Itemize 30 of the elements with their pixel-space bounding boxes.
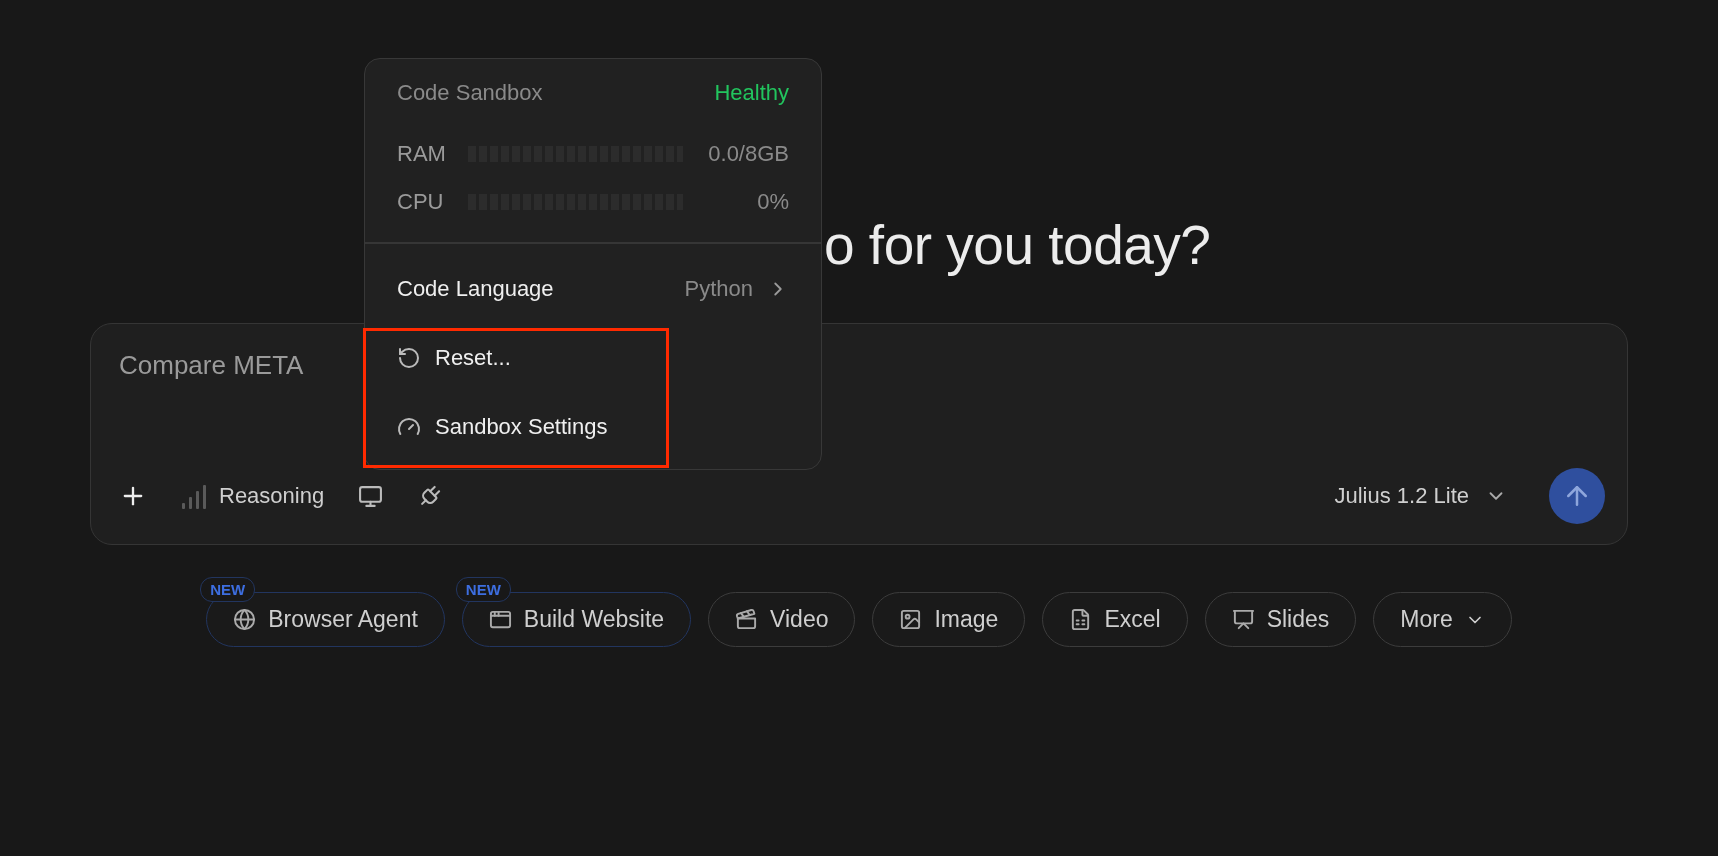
meter-reading: 0.0/8GB [708, 141, 789, 167]
greeting-heading: o for you today? [824, 213, 1211, 277]
new-badge: NEW [200, 577, 256, 602]
image-icon [899, 608, 923, 631]
reset-menu-item[interactable]: Reset... [397, 346, 789, 370]
reasoning-button[interactable]: Reasoning [181, 483, 325, 509]
action-chip[interactable]: Excel [1042, 592, 1188, 647]
new-badge: NEW [455, 577, 511, 602]
more-chip[interactable]: More [1373, 592, 1512, 647]
browser-window-icon [488, 608, 512, 631]
code-language-menu-item[interactable]: Code Language Python [397, 277, 789, 301]
presentation-icon [1231, 608, 1255, 631]
send-button[interactable] [1549, 468, 1605, 524]
monitor-icon [358, 483, 384, 509]
menu-title: Code Sandbox [397, 80, 543, 106]
signal-bars-icon [181, 483, 209, 509]
action-chip[interactable]: Image [872, 592, 1026, 647]
action-chip[interactable]: Video [708, 592, 856, 647]
menu-item-value: Python [684, 276, 789, 302]
meter-reading: 0% [757, 189, 789, 215]
reset-icon [397, 346, 421, 370]
sandbox-settings-menu-item[interactable]: Sandbox Settings [397, 415, 789, 439]
clapperboard-icon [735, 608, 759, 631]
status-label: Healthy [714, 80, 789, 106]
monitor-button[interactable] [358, 483, 384, 509]
action-chip[interactable]: Slides [1204, 592, 1357, 647]
globe-icon [233, 608, 257, 631]
meter-label: RAM [397, 141, 447, 167]
meter-label: CPU [397, 189, 445, 215]
model-selector[interactable]: Julius 1.2 Lite [1334, 483, 1507, 509]
